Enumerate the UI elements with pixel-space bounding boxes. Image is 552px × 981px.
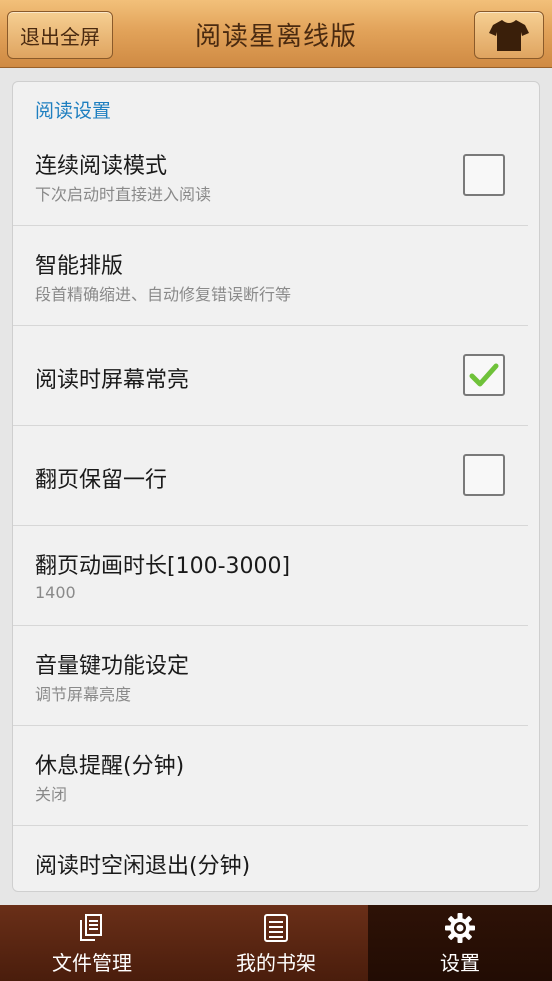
section-title: 阅读设置 bbox=[35, 100, 112, 122]
keep-one-line-checkbox[interactable] bbox=[463, 454, 505, 496]
setting-value: 调节屏幕亮度 bbox=[35, 685, 132, 704]
skin-button[interactable] bbox=[474, 11, 544, 59]
setting-subtitle: 下次启动时直接进入阅读 bbox=[35, 185, 212, 204]
nav-settings[interactable]: 设置 bbox=[368, 905, 552, 981]
setting-rest-reminder[interactable]: 休息提醒(分钟) 关闭 bbox=[13, 726, 528, 826]
nav-file-manage[interactable]: 文件管理 bbox=[0, 905, 184, 981]
title-bar: 退出全屏 阅读星离线版 bbox=[0, 0, 552, 68]
setting-title: 连续阅读模式 bbox=[35, 154, 168, 179]
setting-title: 阅读时空闲退出(分钟) bbox=[35, 854, 251, 879]
setting-screen-always-on[interactable]: 阅读时屏幕常亮 bbox=[13, 326, 528, 426]
setting-page-animation-duration[interactable]: 翻页动画时长[100-3000] 1400 bbox=[13, 526, 528, 626]
nav-label: 我的书架 bbox=[236, 951, 316, 975]
setting-volume-key[interactable]: 音量键功能设定 调节屏幕亮度 bbox=[13, 626, 528, 726]
gear-icon bbox=[445, 913, 475, 943]
setting-title: 翻页动画时长[100-3000] bbox=[35, 554, 291, 579]
setting-keep-one-line[interactable]: 翻页保留一行 bbox=[13, 426, 528, 526]
nav-label: 设置 bbox=[440, 951, 480, 975]
screen-always-on-checkbox[interactable] bbox=[463, 354, 505, 396]
setting-smart-layout[interactable]: 智能排版 段首精确缩进、自动修复错误断行等 bbox=[13, 226, 528, 326]
shirt-icon bbox=[489, 20, 529, 51]
setting-title: 阅读时屏幕常亮 bbox=[35, 368, 190, 393]
page-title: 阅读星离线版 bbox=[194, 21, 357, 52]
check-icon bbox=[469, 363, 499, 387]
nav-bookshelf[interactable]: 我的书架 bbox=[184, 905, 368, 981]
setting-value: 关闭 bbox=[35, 785, 68, 804]
setting-title: 音量键功能设定 bbox=[35, 654, 190, 679]
file-manage-icon bbox=[80, 914, 102, 941]
continuous-reading-checkbox[interactable] bbox=[463, 154, 505, 196]
setting-subtitle: 段首精确缩进、自动修复错误断行等 bbox=[35, 285, 292, 304]
setting-value: 1400 bbox=[35, 583, 76, 602]
setting-continuous-reading[interactable]: 连续阅读模式 下次启动时直接进入阅读 bbox=[13, 126, 528, 226]
exit-fullscreen-button[interactable]: 退出全屏 bbox=[7, 11, 113, 59]
settings-panel: 阅读设置 连续阅读模式 下次启动时直接进入阅读 智能排版 段首精确缩进、自动修复… bbox=[12, 81, 540, 892]
bottom-navigation: 文件管理 我的书架 设置 bbox=[0, 905, 552, 981]
setting-idle-exit[interactable]: 阅读时空闲退出(分钟) bbox=[13, 826, 528, 891]
setting-title: 休息提醒(分钟) bbox=[35, 754, 185, 779]
setting-title: 翻页保留一行 bbox=[35, 468, 168, 493]
bookshelf-icon bbox=[264, 914, 288, 942]
nav-label: 文件管理 bbox=[52, 951, 132, 975]
setting-title: 智能排版 bbox=[35, 254, 124, 279]
